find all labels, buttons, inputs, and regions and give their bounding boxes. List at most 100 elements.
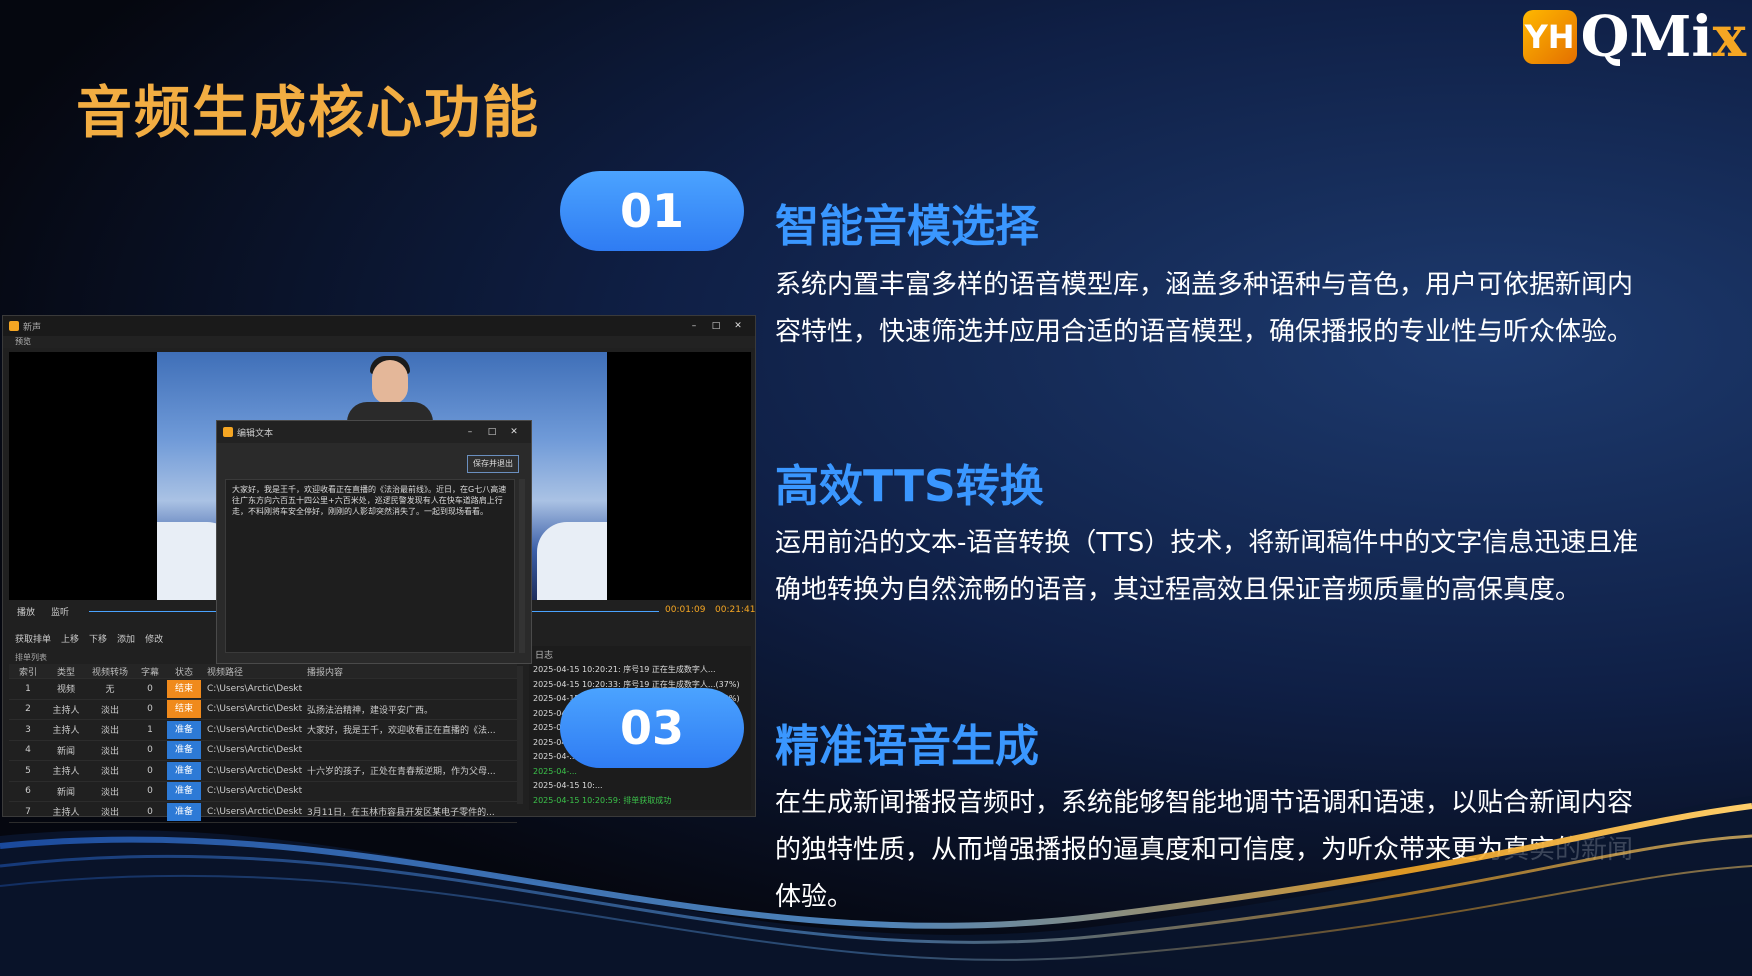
status-badge: 结束 xyxy=(167,679,201,698)
move-down-button[interactable]: 下移 xyxy=(89,632,107,648)
cell-content: 十六岁的孩子，正处在青春叛逆期，作为父母... xyxy=(307,767,496,778)
col-path: 视频路径 xyxy=(207,667,244,678)
cell-path: C:\Users\Arctic\Deskt... xyxy=(207,806,303,817)
status-badge: 结束 xyxy=(167,700,201,719)
col-status: 状态 xyxy=(174,667,193,678)
cell-index: 1 xyxy=(25,683,31,694)
move-up-button[interactable]: 上移 xyxy=(61,632,79,648)
status-badge: 准备 xyxy=(167,802,201,821)
cell-status: 准备 xyxy=(165,761,203,780)
edit-text-dialog: 编辑文本 – □ ✕ 保存并退出 大家好，我是王千，欢迎收看正在直播的《法治最前… xyxy=(216,420,532,664)
table-row[interactable]: 7 主持人 淡出 0 准备 C:\Users\Arctic\Deskt... 3月11日，在… xyxy=(9,802,517,823)
cell-path: C:\Users\Arctic\Deskt... xyxy=(207,683,303,694)
cell-path: C:\Users\Arctic\Deskt... xyxy=(207,765,303,776)
cell-index: 7 xyxy=(25,806,31,817)
edit-button[interactable]: 修改 xyxy=(145,632,163,648)
slide-title: 音频生成核心功能 xyxy=(76,81,540,146)
cell-type: 主持人 xyxy=(52,726,80,737)
table-header: 索引 类型 视频转场 字幕 状态 视频路径 播报内容 xyxy=(9,664,517,679)
cell-subtitle: 0 xyxy=(147,765,153,776)
table-row[interactable]: 6 新闻 淡出 0 准备 C:\Users\Arctic\Deskt... xyxy=(9,782,517,802)
log-line: 2025-04-15 10:20:21: 序号19 正在生成数字人... xyxy=(533,665,716,674)
feature-desc-1: 系统内置丰富多样的语音模型库，涵盖多种语种与音色，用户可依据新闻内容特性，快速筛… xyxy=(775,270,1634,347)
menu-preview[interactable]: 预览 xyxy=(3,336,755,348)
cell-content: 弘扬法治精神，建设平安广西。 xyxy=(307,705,434,716)
dialog-maximize-button[interactable]: □ xyxy=(481,427,503,437)
status-badge: 准备 xyxy=(167,720,201,739)
feature-title-2: 高效TTS转换 xyxy=(775,461,1044,512)
play-button[interactable]: 播放 xyxy=(9,605,43,618)
feature-title-1: 智能音模选择 xyxy=(775,201,1039,252)
cell-index: 3 xyxy=(25,724,31,735)
dialog-titlebar: 编辑文本 – □ ✕ xyxy=(217,421,531,443)
cell-path: C:\Users\Arctic\Deskt... xyxy=(207,745,303,756)
fetch-list-button[interactable]: 获取排单 xyxy=(15,632,51,648)
cell-transition: 淡出 xyxy=(100,705,119,716)
col-subtitle: 字幕 xyxy=(140,667,159,678)
list-toolbar: 获取排单 上移 下移 添加 修改 xyxy=(9,632,215,648)
cell-transition: 淡出 xyxy=(100,726,119,737)
feature-number-3: 03 xyxy=(560,688,744,768)
app-titlebar: 新声 – □ ✕ xyxy=(3,316,755,336)
table-row[interactable]: 2 主持人 淡出 0 结束 C:\Users\Arctic\Deskt... 弘扬法治精神，… xyxy=(9,700,517,720)
table-row[interactable]: 5 主持人 淡出 0 准备 C:\Users\Arctic\Deskt... 十六岁的孩子，… xyxy=(9,761,517,782)
cell-transition: 淡出 xyxy=(100,787,119,798)
dialog-logo-icon xyxy=(223,427,233,437)
col-transition: 视频转场 xyxy=(91,667,128,678)
cell-path: C:\Users\Arctic\Deskt... xyxy=(207,704,303,715)
cell-type: 新闻 xyxy=(56,787,75,798)
col-type: 类型 xyxy=(56,667,75,678)
log-title: 日志 xyxy=(535,651,554,661)
list-label: 排单列表 xyxy=(15,653,47,662)
cell-subtitle: 0 xyxy=(147,683,153,694)
logo-text: QMix xyxy=(1580,4,1746,70)
text-editor[interactable]: 大家好，我是王千，欢迎收看正在直播的《法治最前线》。近日，在G七八高速往广东方向… xyxy=(225,479,515,653)
app-logo-icon xyxy=(9,321,19,331)
close-button[interactable]: ✕ xyxy=(727,321,749,331)
table-scrollbar[interactable] xyxy=(517,666,523,804)
status-badge: 准备 xyxy=(167,761,201,780)
cell-status: 结束 xyxy=(165,679,203,698)
table-row[interactable]: 4 新闻 淡出 0 准备 C:\Users\Arctic\Deskt... xyxy=(9,741,517,761)
cell-status: 结束 xyxy=(165,700,203,719)
save-exit-button[interactable]: 保存并退出 xyxy=(467,455,519,473)
log-line: 2025-04-15 10:20:59: 排单获取成功 xyxy=(533,795,672,805)
cell-index: 2 xyxy=(25,704,31,715)
cell-type: 主持人 xyxy=(52,808,80,819)
cell-status: 准备 xyxy=(165,782,203,801)
total-time: 00:21:41 xyxy=(715,605,756,615)
cell-transition: 淡出 xyxy=(100,808,119,819)
monitor-button[interactable]: 监听 xyxy=(43,605,77,618)
dialog-minimize-button[interactable]: – xyxy=(459,427,481,437)
dialog-close-button[interactable]: ✕ xyxy=(503,427,525,437)
brand-logo: YH QMix xyxy=(1522,4,1746,70)
cell-path: C:\Users\Arctic\Deskt... xyxy=(207,786,303,797)
cell-subtitle: 0 xyxy=(147,745,153,756)
table-row[interactable]: 3 主持人 淡出 1 准备 C:\Users\Arctic\Deskt... 大家好，我是王… xyxy=(9,720,517,741)
cell-content: 大家好，我是王千，欢迎收看正在直播的《法... xyxy=(307,726,496,737)
cell-type: 视频 xyxy=(56,685,75,696)
maximize-button[interactable]: □ xyxy=(705,321,727,331)
dialog-scrollbar[interactable] xyxy=(519,479,525,653)
cell-subtitle: 0 xyxy=(147,704,153,715)
col-content: 播报内容 xyxy=(307,667,344,678)
cell-subtitle: 0 xyxy=(147,806,153,817)
cell-transition: 淡出 xyxy=(100,746,119,757)
schedule-table: 索引 类型 视频转场 字幕 状态 视频路径 播报内容 1 视频 无 0 结束 C:\Use… xyxy=(9,664,517,823)
cell-status: 准备 xyxy=(165,741,203,760)
cell-transition: 无 xyxy=(105,685,115,696)
status-badge: 准备 xyxy=(167,741,201,760)
minimize-button[interactable]: – xyxy=(683,321,705,331)
cell-index: 4 xyxy=(25,745,31,756)
add-button[interactable]: 添加 xyxy=(117,632,135,648)
status-badge: 准备 xyxy=(167,782,201,801)
table-row[interactable]: 1 视频 无 0 结束 C:\Users\Arctic\Deskt... xyxy=(9,679,517,700)
cell-index: 6 xyxy=(25,786,31,797)
cell-type: 主持人 xyxy=(52,705,80,716)
cell-status: 准备 xyxy=(165,802,203,821)
dialog-title: 编辑文本 xyxy=(237,428,274,439)
cell-type: 主持人 xyxy=(52,767,80,778)
feature-title-3: 精准语音生成 xyxy=(775,721,1039,772)
cell-type: 新闻 xyxy=(56,746,75,757)
logo-mark-icon: YH xyxy=(1522,10,1577,64)
